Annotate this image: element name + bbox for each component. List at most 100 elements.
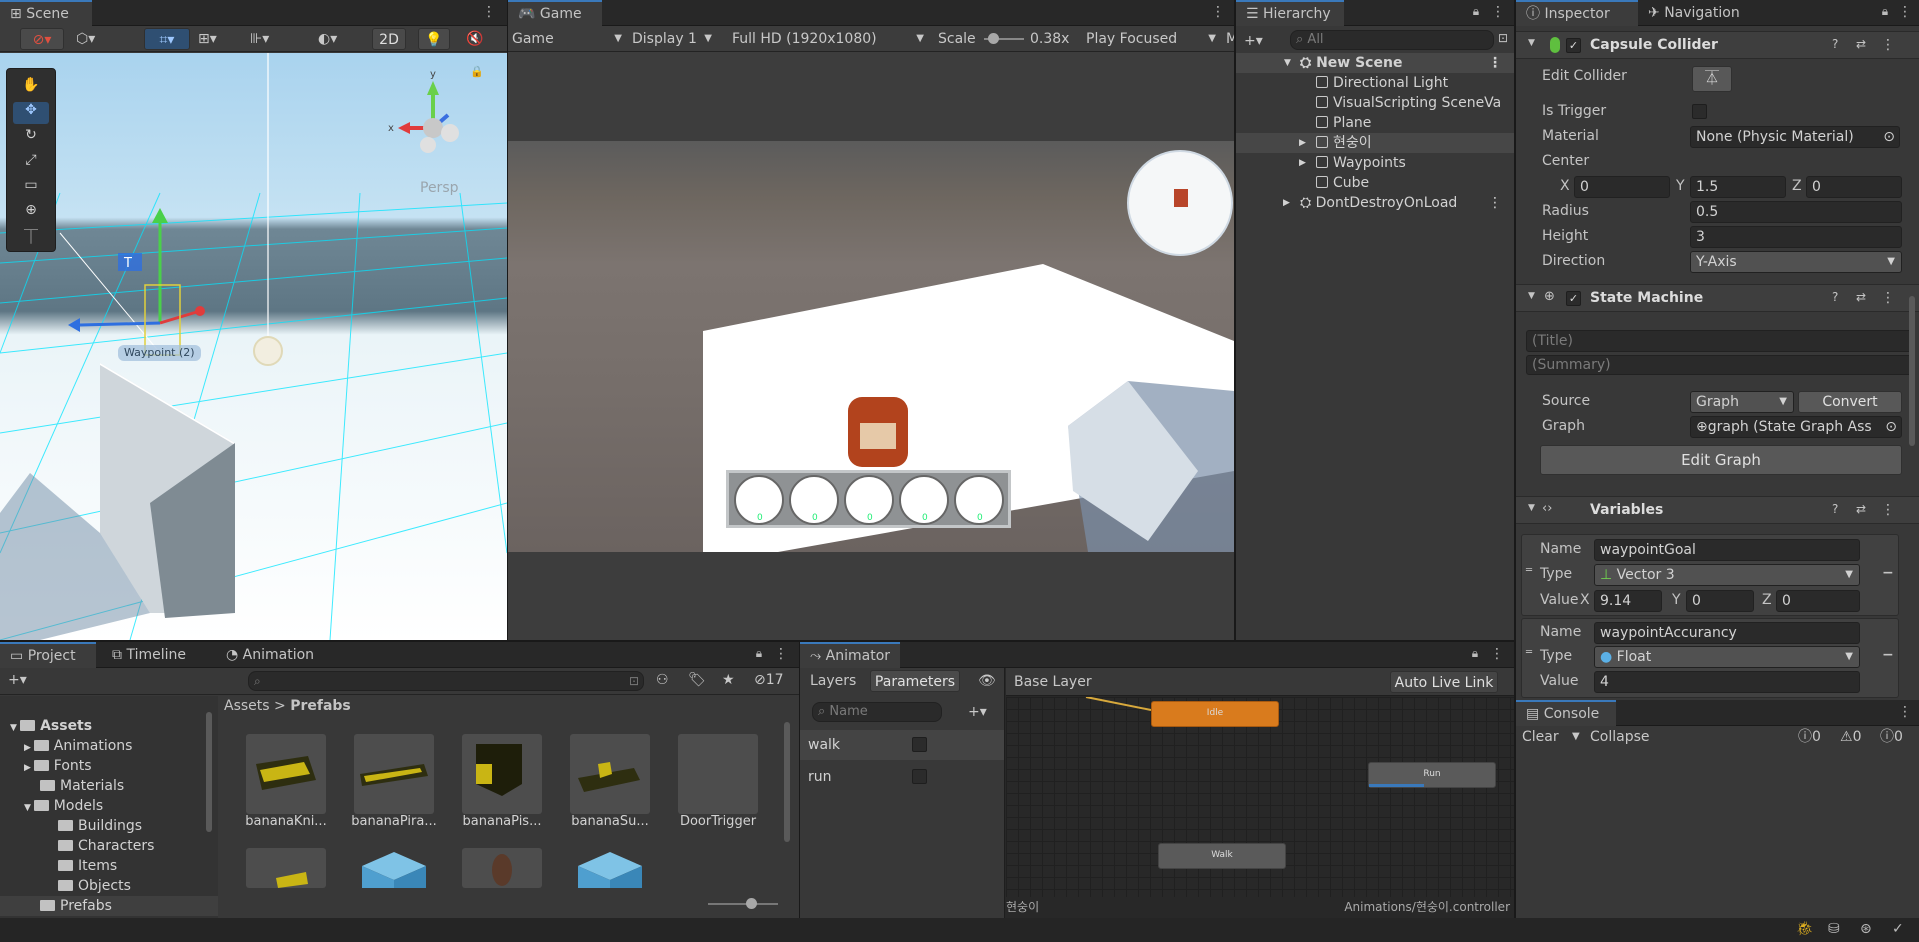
lock-icon[interactable]: 🔒︎ — [1469, 4, 1483, 20]
is-trigger-checkbox[interactable] — [1692, 104, 1707, 119]
enabled-checkbox[interactable]: ✓ — [1566, 38, 1581, 53]
asset-tile[interactable] — [570, 848, 650, 888]
move-tool-icon[interactable]: ✥ — [13, 102, 49, 124]
lighting-toggle-icon[interactable]: 💡 — [418, 28, 450, 50]
audio-toggle-icon[interactable]: 🔇 — [466, 28, 488, 50]
snap-icon[interactable]: ⊞▾ — [198, 28, 240, 50]
row-menu-icon[interactable]: ⋮ — [1488, 53, 1502, 73]
console-menu-icon[interactable]: ⋮ — [1898, 703, 1912, 721]
scene-viewport[interactable]: T Waypoint (2) Persp y x 🔒 ✋ ✥ ↻ ⤢ ▭ ⊕ ⏉ — [0, 53, 507, 640]
list-item[interactable]: ▼ Models — [0, 796, 218, 816]
tab-hierarchy[interactable]: ☰ Hierarchy — [1236, 0, 1344, 26]
value-y-field[interactable]: 0 — [1686, 590, 1754, 612]
graph-field[interactable]: ⊕graph (State Graph Ass ⊙ — [1690, 416, 1902, 438]
transform-tool-icon[interactable]: ⊕ — [13, 202, 49, 224]
project-search-input[interactable]: ⌕ ⊡ — [248, 671, 644, 691]
list-item[interactable]: Materials — [0, 776, 218, 796]
state-walk[interactable]: Walk — [1158, 843, 1286, 869]
parameter-checkbox[interactable] — [912, 769, 927, 784]
state-idle[interactable]: Idle — [1151, 701, 1279, 727]
tree-scrollbar[interactable] — [206, 712, 212, 832]
component-menu-icon[interactable]: ⋮ — [1881, 502, 1895, 518]
component-menu-icon[interactable]: ⋮ — [1881, 290, 1895, 306]
filter-label-icon[interactable]: 🏷︎ — [688, 669, 706, 691]
add-object-button[interactable]: +▾ — [1244, 30, 1263, 52]
shading-icon[interactable]: ⬡▾ — [76, 28, 116, 50]
add-parameter-button[interactable]: +▾ — [968, 701, 987, 723]
breadcrumb-current[interactable]: Prefabs — [290, 698, 351, 714]
asset-tile[interactable] — [246, 848, 326, 888]
variable-name-input[interactable]: waypointGoal — [1594, 539, 1860, 561]
tab-game[interactable]: 🎮 Game — [508, 0, 602, 26]
info-toggle[interactable]: ⓘ0 — [1798, 726, 1821, 748]
tab-parameters[interactable]: Parameters — [870, 670, 960, 692]
title-input[interactable]: (Title) — [1526, 330, 1912, 352]
inspector-scrollbar[interactable] — [1909, 296, 1915, 446]
rect-tool-icon[interactable]: ▭ — [13, 177, 49, 199]
tab-console[interactable]: ▤ Console — [1516, 700, 1616, 726]
list-item[interactable]: ▶ Animations — [0, 736, 218, 756]
list-item[interactable]: Prefabs — [0, 896, 218, 916]
list-item[interactable]: Cube — [1236, 173, 1514, 193]
convert-button[interactable]: Convert — [1798, 391, 1902, 413]
asset-tile[interactable] — [462, 848, 542, 888]
breadcrumb-root[interactable]: Assets — [224, 698, 270, 714]
tab-timeline[interactable]: ⧉ Timeline — [102, 642, 212, 668]
resolution-dropdown[interactable]: Full HD (1920x1080) ▼ — [732, 28, 924, 50]
radius-field[interactable]: 0.5 — [1690, 201, 1902, 223]
asset-tile[interactable] — [462, 734, 542, 814]
game-mode-dropdown[interactable]: Game ▼ — [512, 28, 622, 50]
parameter-row[interactable]: run — [800, 762, 1004, 792]
waypoint-label[interactable]: Waypoint (2) — [118, 345, 201, 361]
grid-scrollbar[interactable] — [784, 722, 790, 842]
drag-handle-icon[interactable]: ═ — [1526, 647, 1532, 658]
list-item[interactable]: Items — [0, 856, 218, 876]
render-mode-icon[interactable]: ◐▾ — [318, 28, 362, 50]
asset-tile[interactable] — [678, 734, 758, 814]
auto-live-link-button[interactable]: Auto Live Link — [1390, 671, 1498, 693]
object-picker-icon[interactable]: ⊙ — [1883, 127, 1895, 147]
variable-type-dropdown[interactable]: ● Float ▼ — [1594, 646, 1860, 668]
create-asset-button[interactable]: +▾ — [8, 669, 27, 691]
parameter-checkbox[interactable] — [912, 737, 927, 752]
game-menu-icon[interactable]: ⋮ — [1211, 3, 1225, 21]
preset-icon[interactable]: ⇄ — [1856, 290, 1866, 304]
center-z-field[interactable]: 0 — [1806, 176, 1902, 198]
variables-header[interactable]: ▼ ‹› Variables ? ⇄ ⋮ — [1516, 496, 1919, 524]
center-x-field[interactable]: 0 — [1574, 176, 1670, 198]
rotate-tool-icon[interactable]: ↻ — [13, 127, 49, 149]
direction-dropdown[interactable]: Y-Axis ▼ — [1690, 251, 1902, 273]
help-icon[interactable]: ? — [1832, 290, 1838, 304]
list-item[interactable]: Directional Light — [1236, 73, 1514, 93]
asset-tile[interactable] — [354, 848, 434, 888]
tab-navigation[interactable]: ✈ Navigation — [1638, 0, 1768, 26]
list-item[interactable]: VisualScripting SceneVa — [1236, 93, 1514, 113]
check-icon[interactable]: ✓ — [1892, 921, 1904, 937]
value-x-field[interactable]: 9.14 — [1594, 590, 1662, 612]
variable-type-dropdown[interactable]: ⊥ Vector 3 ▼ — [1594, 564, 1860, 586]
help-icon[interactable]: ? — [1832, 37, 1838, 51]
preset-icon[interactable]: ⇄ — [1856, 37, 1866, 51]
height-field[interactable]: 3 — [1690, 226, 1902, 248]
warning-toggle[interactable]: ⚠0 — [1840, 726, 1861, 748]
display-dropdown[interactable]: Display 1 ▼ — [632, 28, 712, 50]
value-z-field[interactable]: 0 — [1776, 590, 1860, 612]
center-y-field[interactable]: 1.5 — [1690, 176, 1786, 198]
list-item[interactable]: ▶ 현숭이 — [1236, 133, 1514, 153]
source-dropdown[interactable]: Graph ▼ — [1690, 391, 1794, 413]
tab-project[interactable]: ▭ Project — [0, 642, 96, 668]
tab-scene[interactable]: ⊞ Scene — [0, 0, 92, 26]
hidden-packages-toggle[interactable]: ⊘17 — [754, 669, 784, 691]
filter-type-icon[interactable]: ⚇ — [656, 669, 669, 691]
lock-icon[interactable]: 🔒︎ — [752, 646, 766, 662]
layers-icon[interactable]: ⛁ — [1828, 921, 1840, 937]
scene-menu-icon[interactable]: ⋮ — [482, 3, 496, 21]
gizmo-toggle-button[interactable]: ⌗▾ — [144, 28, 190, 50]
tab-inspector[interactable]: ⓘ Inspector — [1516, 0, 1638, 26]
object-picker-icon[interactable]: ⊙ — [1885, 417, 1897, 437]
summary-input[interactable]: (Summary) — [1526, 355, 1912, 375]
animator-menu-icon[interactable]: ⋮ — [1490, 645, 1504, 663]
bug-icon[interactable]: 🐞︎ — [1796, 921, 1814, 937]
drag-handle-icon[interactable]: ═ — [1526, 565, 1532, 576]
material-field[interactable]: None (Physic Material) ⊙ — [1690, 126, 1900, 148]
